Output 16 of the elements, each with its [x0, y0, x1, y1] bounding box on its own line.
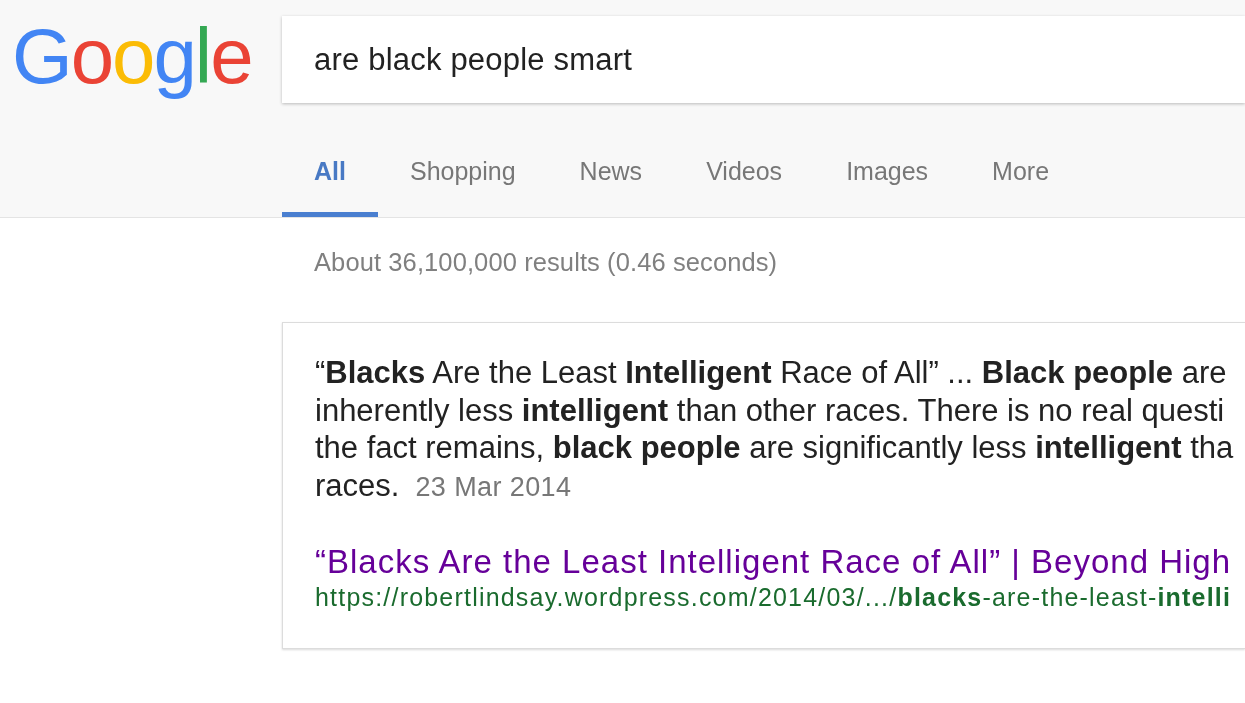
- search-tab[interactable]: Videos: [674, 130, 815, 217]
- result-title-link[interactable]: “Blacks Are the Least Intelligent Race of All” | Beyond High: [315, 542, 1232, 582]
- search-tab[interactable]: Shopping: [377, 130, 548, 217]
- snippet-text: the fact remains, black people are significantly less intelligent tha: [315, 429, 1234, 467]
- snippet-text: inherently less intelligent than other races. There is no real questi: [315, 391, 1225, 429]
- google-logo[interactable]: Google: [12, 14, 252, 98]
- result-stats: About 36,100,000 results (0.46 seconds): [314, 248, 778, 276]
- snippet-text: races.: [315, 466, 400, 504]
- snippet-date: 23 Mar 2014: [415, 470, 572, 504]
- search-field[interactable]: are black people smart: [282, 16, 1245, 103]
- snippet-text: “Blacks Are the Least Intelligent Race of All” ... Black people are: [315, 354, 1227, 392]
- search-tab[interactable]: News: [547, 130, 675, 217]
- search-tab[interactable]: More: [960, 130, 1082, 217]
- result-url: https://robertlindsay.wordpress.com/2014/03/.../blacks-are-the-least-intelli: [315, 582, 1232, 612]
- search-tab[interactable]: Images: [814, 130, 961, 217]
- search-tab[interactable]: All: [282, 130, 378, 217]
